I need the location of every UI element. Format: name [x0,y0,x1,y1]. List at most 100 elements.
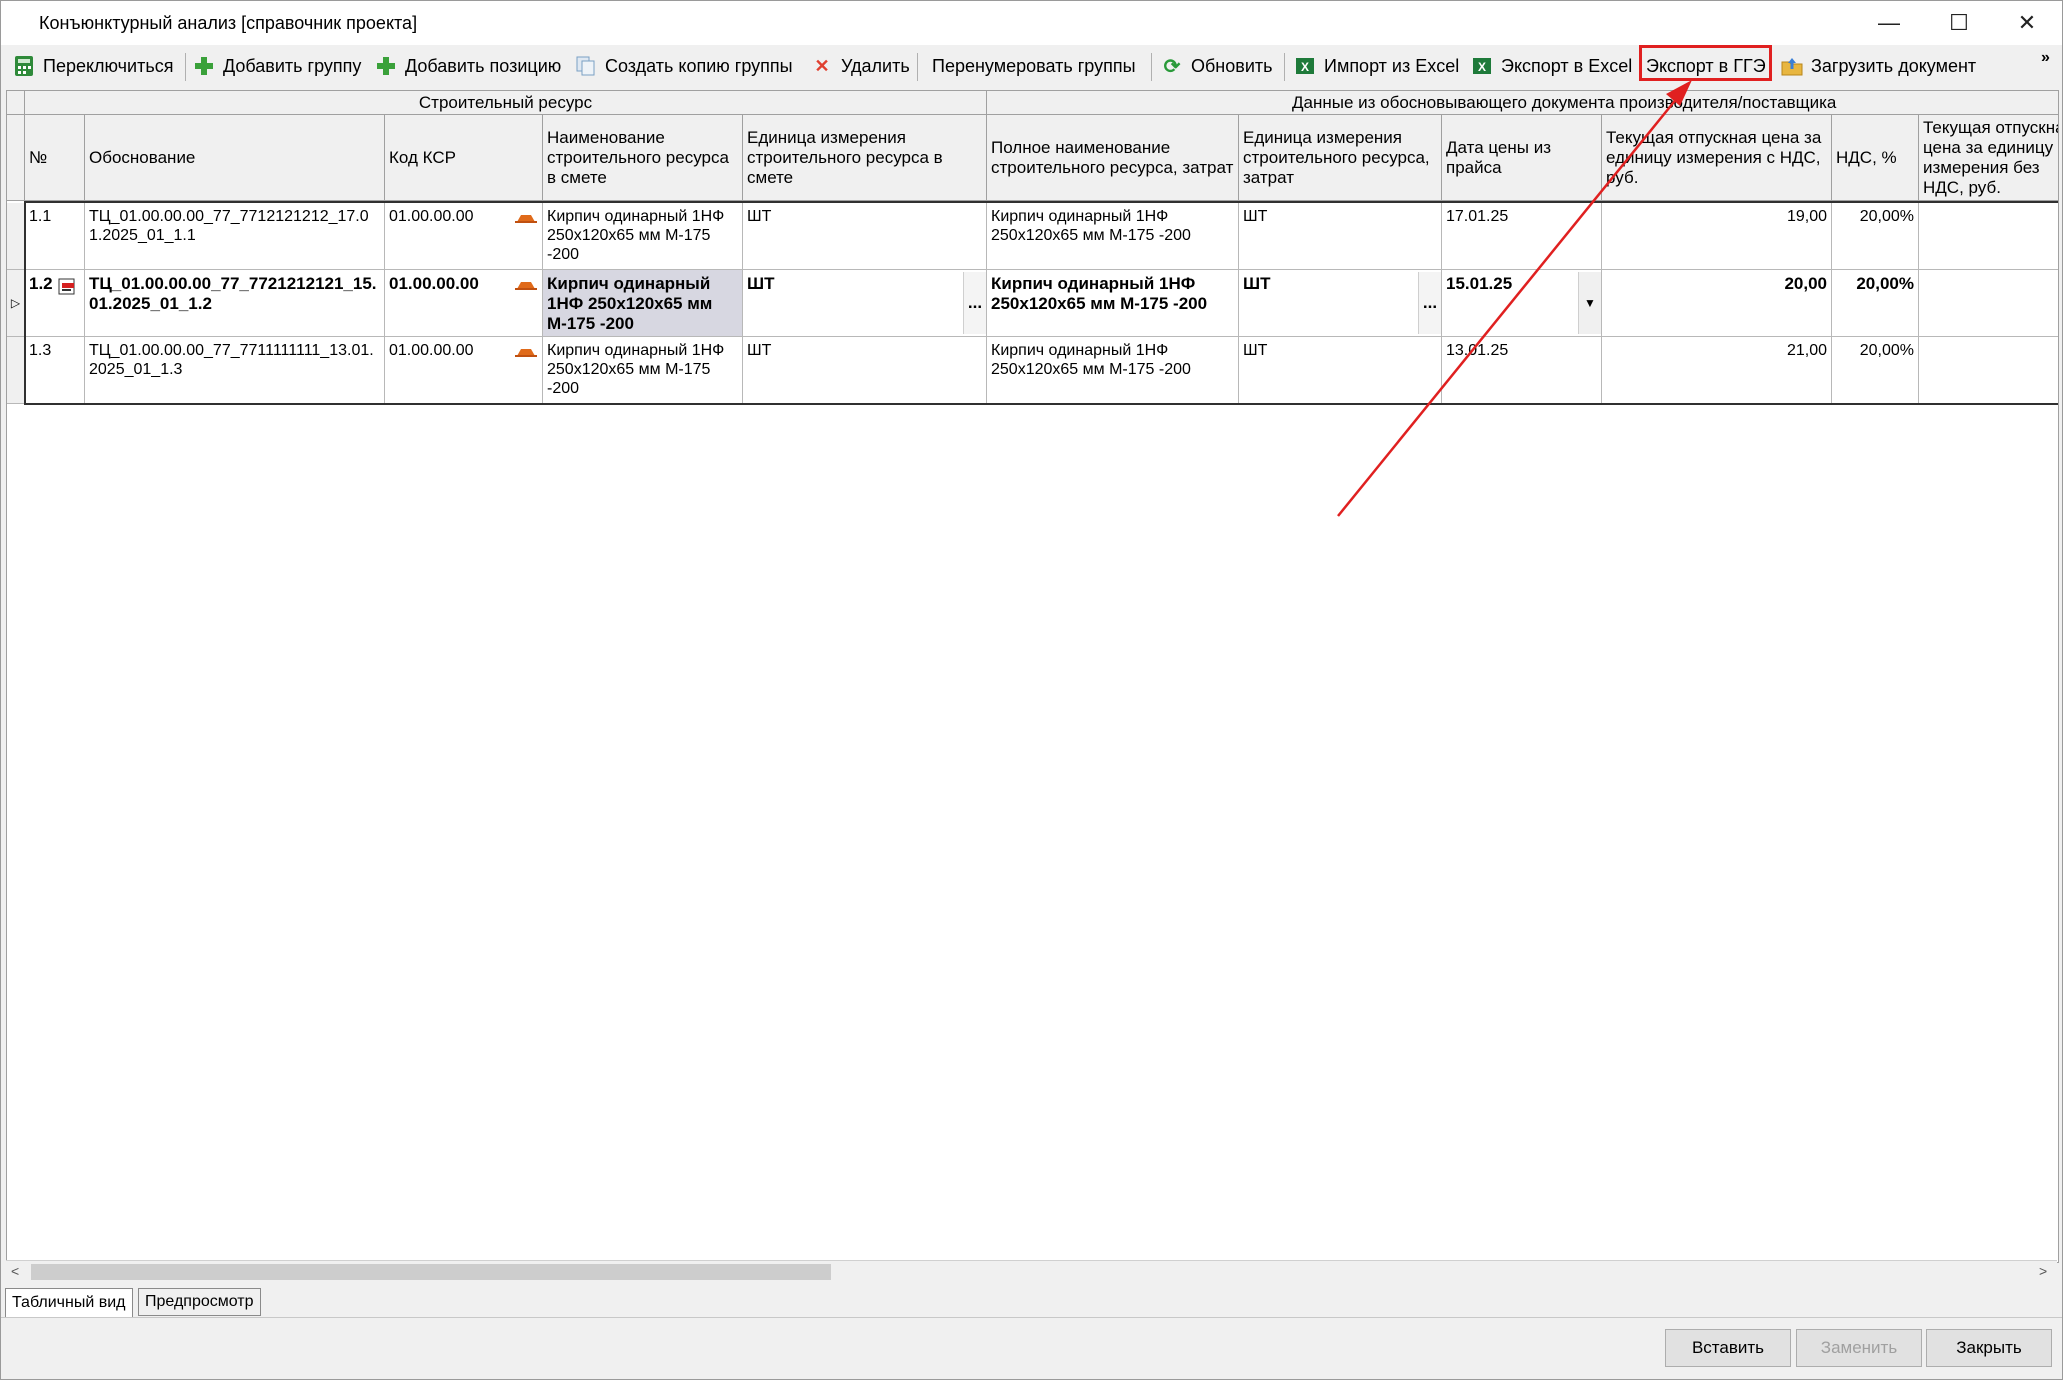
export-excel-button[interactable]: X Экспорт в Excel [1471,51,1632,81]
refresh-button[interactable]: ⟳ Обновить [1161,51,1273,81]
toolbar-separator [917,53,918,81]
bottom-divider [1,1317,2062,1318]
cell-full-unit[interactable]: ШТ [1239,203,1442,270]
close-button[interactable]: Закрыть [1926,1329,2052,1367]
cell-full-name[interactable]: Кирпич одинарный 1НФ 250х120х65 мм М-175… [987,203,1239,270]
scroll-right-icon[interactable]: > [2039,1263,2047,1279]
cell-unit[interactable]: ШТ ... [743,270,987,337]
cell-ksr[interactable]: 01.00.00.00 [385,337,543,404]
cell-vat[interactable]: 20,00% [1832,270,1919,337]
cell-full-unit[interactable]: ШТ [1239,337,1442,404]
full-unit-value: ШТ [1243,274,1271,293]
cell-price-date[interactable]: 17.01.25 [1442,203,1602,270]
col-header-ksr[interactable]: Код КСР [385,115,543,201]
cell-price[interactable]: 20,00 [1602,270,1832,337]
num-value: 1.2 [29,274,53,293]
refresh-label: Обновить [1191,55,1273,76]
cell-full-name[interactable]: Кирпич одинарный 1НФ 250х120х65 мм М-175… [987,270,1239,337]
row-indicator-header [7,115,25,201]
col-header-vat[interactable]: НДС, % [1832,115,1919,201]
col-header-full-unit[interactable]: Единица измерения строительного ресурса,… [1239,115,1442,201]
copy-group-button[interactable]: Создать копию группы [575,51,793,81]
date-dropdown-button[interactable]: ▼ [1578,272,1601,334]
refresh-icon: ⟳ [1163,55,1181,78]
cell-num[interactable]: 1.3 [25,337,85,404]
cell-basis[interactable]: ТЦ_01.00.00.00_77_7711111111_13.01.2025_… [85,337,385,404]
cell-price-no-vat[interactable] [1919,337,2058,404]
cell-price-date[interactable]: 13.01.25 [1442,337,1602,404]
tab-table-view[interactable]: Табличный вид [5,1288,133,1318]
cell-num[interactable]: 1.2 [25,270,85,337]
horizontal-scrollbar[interactable]: < > [6,1260,2057,1283]
load-document-label: Загрузить документ [1811,55,1977,76]
toolbar-overflow-button[interactable]: » [2041,49,2050,67]
svg-text:X: X [1301,60,1309,74]
brick-icon [515,215,537,223]
plus-icon [375,55,397,77]
renumber-groups-button[interactable]: Перенумеровать группы [932,51,1136,81]
cell-unit[interactable]: ШТ [743,203,987,270]
copy-group-label: Создать копию группы [605,55,793,76]
cell-full-unit[interactable]: ШТ ... [1239,270,1442,337]
folder-upload-icon [1781,55,1803,77]
cell-ksr[interactable]: 01.00.00.00 [385,203,543,270]
scroll-left-icon[interactable]: < [11,1263,19,1279]
copy-icon [575,55,597,77]
cell-vat[interactable]: 20,00% [1832,337,1919,404]
cell-price-date[interactable]: 15.01.25 ▼ [1442,270,1602,337]
group-header-resource: Строительный ресурс [25,91,987,115]
maximize-button[interactable]: ☐ [1924,1,1994,45]
cell-name-selected[interactable]: Кирпич одинарный 1НФ 250х120х65 мм М-175… [543,270,743,337]
unit-value: ШТ [747,274,775,293]
cell-num[interactable]: 1.1 [25,203,85,270]
cell-name[interactable]: Кирпич одинарный 1НФ 250х120х65 мм М-175… [543,337,743,404]
row-indicator-current[interactable]: ▷ [7,270,25,337]
add-group-label: Добавить группу [223,55,362,76]
delete-button[interactable]: ✕ Удалить [811,51,909,81]
calculator-icon [13,55,35,77]
insert-button[interactable]: Вставить [1665,1329,1791,1367]
delete-x-icon: ✕ [814,55,830,76]
tab-preview[interactable]: Предпросмотр [138,1288,261,1316]
close-window-button[interactable]: ✕ [1992,1,2062,45]
toolbar-separator [1151,53,1152,81]
col-header-num[interactable]: № [25,115,85,201]
full-unit-ellipsis-button[interactable]: ... [1418,272,1441,334]
col-header-price-no-vat[interactable]: Текущая отпускная цена за единицу измере… [1919,115,2058,201]
cell-name[interactable]: Кирпич одинарный 1НФ 250х120х65 мм М-175… [543,203,743,270]
excel-icon: X [1471,55,1493,77]
add-position-button[interactable]: Добавить позицию [375,51,561,81]
export-gge-highlight [1639,45,1772,81]
scrollbar-thumb[interactable] [31,1264,831,1280]
corner-header [7,91,25,115]
row-indicator[interactable] [7,203,25,270]
replace-button[interactable]: Заменить [1796,1329,1922,1367]
cell-price-no-vat[interactable] [1919,203,2058,270]
svg-text:X: X [1478,60,1486,74]
minimize-button[interactable]: — [1854,1,1924,45]
cell-unit[interactable]: ШТ [743,337,987,404]
cell-basis[interactable]: ТЦ_01.00.00.00_77_7712121212_17.01.2025_… [85,203,385,270]
unit-ellipsis-button[interactable]: ... [963,272,986,334]
cell-price-no-vat[interactable] [1919,270,2058,337]
switch-button[interactable]: Переключиться [13,51,173,81]
import-excel-button[interactable]: X Импорт из Excel [1294,51,1459,81]
renumber-label: Перенумеровать группы [932,55,1136,76]
cell-full-name[interactable]: Кирпич одинарный 1НФ 250х120х65 мм М-175… [987,337,1239,404]
cell-vat[interactable]: 20,00% [1832,203,1919,270]
cell-ksr[interactable]: 01.00.00.00 [385,270,543,337]
cell-price[interactable]: 19,00 [1602,203,1832,270]
col-header-name[interactable]: Наименование строительного ресурса в сме… [543,115,743,201]
col-header-unit[interactable]: Единица измерения строительного ресурса … [743,115,987,201]
switch-label: Переключиться [43,55,174,76]
add-group-button[interactable]: Добавить группу [193,51,361,81]
load-document-button[interactable]: Загрузить документ [1781,51,1976,81]
row-indicator[interactable] [7,337,25,404]
col-header-price-date[interactable]: Дата цены из прайса [1442,115,1602,201]
cell-price[interactable]: 21,00 [1602,337,1832,404]
ksr-value: 01.00.00.00 [389,342,474,359]
col-header-basis[interactable]: Обоснование [85,115,385,201]
col-header-full-name[interactable]: Полное наименование строительного ресурс… [987,115,1239,201]
col-header-price[interactable]: Текущая отпускная цена за единицу измере… [1602,115,1832,201]
cell-basis[interactable]: ТЦ_01.00.00.00_77_7721212121_15.01.2025_… [85,270,385,337]
